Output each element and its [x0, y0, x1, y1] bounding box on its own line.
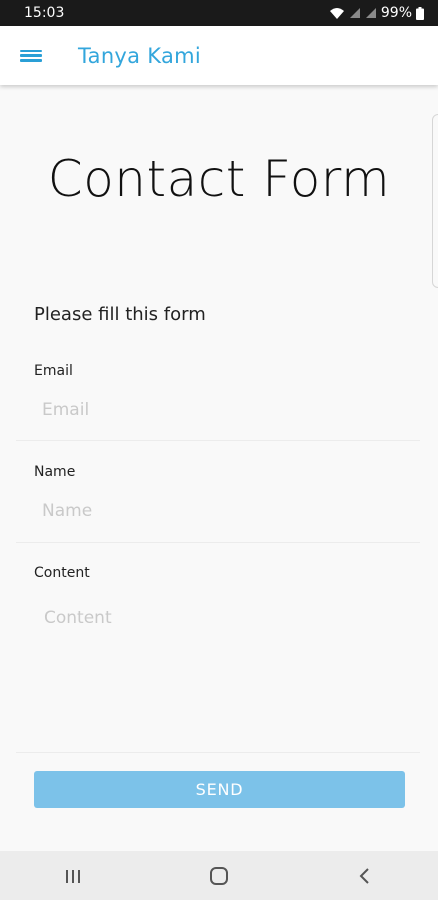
signal-icon — [349, 8, 360, 18]
navigation-bar — [0, 851, 438, 900]
status-time: 15:03 — [24, 5, 65, 21]
divider — [16, 542, 420, 543]
send-button[interactable]: SEND — [34, 771, 405, 808]
email-field[interactable] — [34, 392, 404, 428]
email-label: Email — [34, 363, 73, 379]
status-icons: 99% — [329, 5, 424, 21]
divider — [16, 440, 420, 441]
signal-icon-2 — [365, 8, 376, 18]
content-field[interactable] — [34, 602, 404, 742]
form-heading: Please fill this form — [34, 304, 206, 325]
divider — [16, 752, 420, 753]
status-bar: 15:03 99% — [0, 0, 438, 26]
home-icon[interactable] — [199, 856, 239, 896]
name-field[interactable] — [34, 493, 404, 529]
back-icon[interactable] — [345, 856, 385, 896]
content-label: Content — [34, 565, 90, 581]
name-label: Name — [34, 464, 76, 480]
page-title: Contact Form — [47, 150, 391, 208]
battery-icon — [416, 6, 424, 20]
wifi-icon — [329, 7, 344, 19]
app-bar: Tanya Kami — [0, 26, 438, 85]
app-title: Tanya Kami — [78, 43, 202, 68]
recent-apps-icon[interactable] — [53, 856, 93, 896]
hamburger-menu-icon[interactable] — [20, 47, 42, 65]
battery-percent: 99% — [380, 5, 412, 21]
